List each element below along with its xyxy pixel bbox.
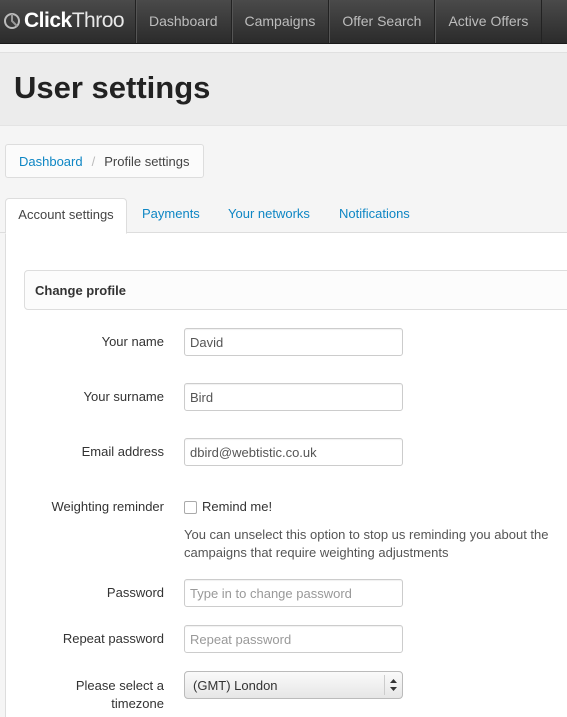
nav-item-offer-search[interactable]: Offer Search xyxy=(328,0,434,43)
timezone-selected-value: (GMT) London xyxy=(193,678,278,693)
clickthroo-logo-icon xyxy=(4,13,20,29)
nav-item-active-offers[interactable]: Active Offers xyxy=(434,0,543,43)
tab-payments[interactable]: Payments xyxy=(142,198,200,232)
breadcrumb-dashboard-link[interactable]: Dashboard xyxy=(19,154,83,169)
nav-item-dashboard[interactable]: Dashboard xyxy=(135,0,231,43)
breadcrumb-separator: / xyxy=(91,153,96,169)
timezone-label: Please select a timezone xyxy=(76,677,164,713)
brand-name-bold: Click xyxy=(24,9,72,32)
timezone-label-line2: timezone xyxy=(111,696,164,711)
weighting-reminder-label: Weighting reminder xyxy=(51,499,164,514)
tab-your-networks[interactable]: Your networks xyxy=(228,198,310,232)
breadcrumb-current: Profile settings xyxy=(104,153,190,169)
password-field[interactable] xyxy=(184,579,403,607)
weighting-reminder-help-text: You can unselect this option to stop us … xyxy=(184,527,549,560)
email-field[interactable] xyxy=(184,438,403,466)
page-title: User settings xyxy=(14,70,211,105)
tab-account-settings[interactable]: Account settings xyxy=(5,198,127,234)
name-label: Your name xyxy=(101,334,164,349)
nav-item-campaigns[interactable]: Campaigns xyxy=(230,0,329,43)
timezone-select[interactable]: (GMT) London xyxy=(184,671,403,699)
brand-name-light: Throo xyxy=(71,9,125,32)
name-field[interactable] xyxy=(184,328,403,356)
repeat-password-field[interactable] xyxy=(184,625,403,653)
brand-logo[interactable]: Click Throo xyxy=(3,6,125,36)
repeat-password-label: Repeat password xyxy=(62,631,164,646)
main-nav: Dashboard Campaigns Offer Search Active … xyxy=(135,0,543,43)
email-label: Email address xyxy=(81,444,164,459)
select-arrows-icon xyxy=(384,675,402,695)
tab-notifications[interactable]: Notifications xyxy=(339,198,410,232)
surname-field[interactable] xyxy=(184,383,403,411)
remind-me-checkbox[interactable] xyxy=(184,501,197,514)
remind-me-label[interactable]: Remind me! xyxy=(202,499,272,514)
section-title: Change profile xyxy=(35,283,127,298)
surname-label: Your surname xyxy=(83,389,164,404)
timezone-label-line1: Please select a xyxy=(75,678,164,693)
top-navbar: Click Throo Dashboard Campaigns Offer Sea… xyxy=(0,0,567,44)
breadcrumb: Dashboard / Profile settings xyxy=(5,144,204,178)
password-label: Password xyxy=(106,585,164,600)
